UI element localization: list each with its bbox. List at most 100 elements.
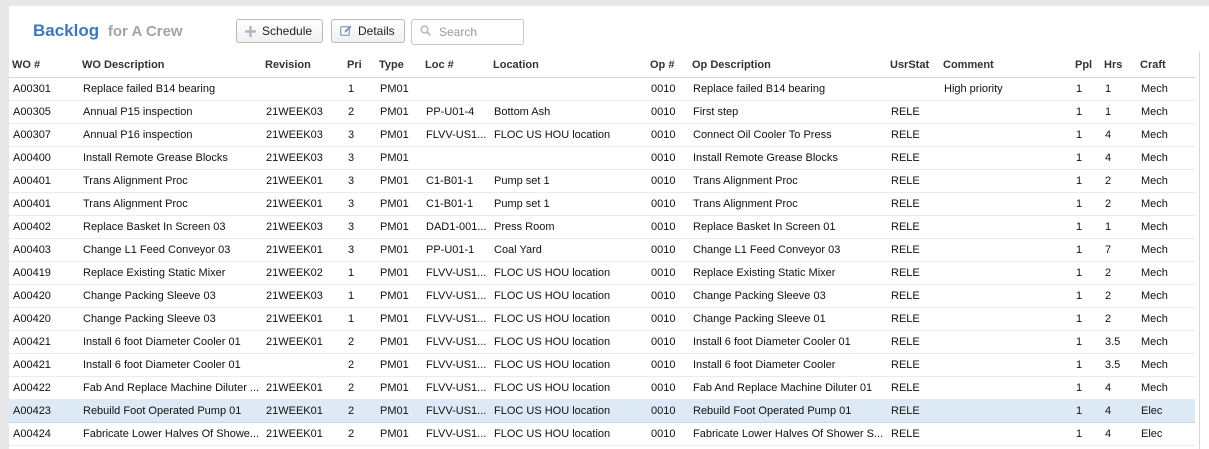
cell-type: PM01	[376, 376, 422, 400]
cell-hrs: 4	[1101, 123, 1137, 147]
table-row[interactable]: A00421 Install 6 foot Diameter Cooler 01 2…	[9, 353, 1195, 377]
table-row[interactable]: A00403 Change L1 Feed Conveyor 03 21WEEK01…	[9, 238, 1195, 262]
column-header-wo[interactable]: WO #	[9, 54, 79, 78]
column-header-wo_desc[interactable]: WO Description	[79, 54, 262, 78]
table-row[interactable]: A00401 Trans Alignment Proc 21WEEK01 3 PM01 C…	[9, 192, 1195, 216]
cell-usrstat: RELE	[887, 422, 940, 446]
cell-op: 0010	[647, 261, 689, 285]
table-row[interactable]: A00421 Install 6 foot Diameter Cooler 01 2…	[9, 330, 1195, 354]
table-row[interactable]: A00420 Change Packing Sleeve 03 21WEEK01 1 P…	[9, 307, 1195, 331]
search-box[interactable]	[411, 19, 524, 45]
cell-hrs: 4	[1101, 376, 1137, 400]
cell-usrstat	[887, 77, 940, 101]
cell-loc: FLVV-US1...	[422, 123, 490, 147]
cell-ppl: 1	[1072, 284, 1101, 308]
cell-pri: 1	[344, 261, 376, 285]
details-button[interactable]: Details	[331, 19, 405, 43]
cell-location: FLOC US HOU location	[490, 261, 647, 285]
cell-location: FLOC US HOU location	[490, 123, 647, 147]
cell-wo: A00421	[9, 353, 79, 377]
cell-hrs: 2	[1101, 192, 1137, 216]
cell-pri: 3	[344, 123, 376, 147]
column-header-craft[interactable]: Craft	[1137, 54, 1195, 78]
cell-location: FLOC US HOU location	[490, 330, 647, 354]
table-row[interactable]: A00419 Replace Existing Static Mixer 21WEE…	[9, 261, 1195, 285]
table-row[interactable]: A00402 Replace Basket In Screen 03 21WEEK0…	[9, 215, 1195, 239]
cell-pri: 2	[344, 422, 376, 446]
column-header-type[interactable]: Type	[376, 54, 422, 78]
column-header-loc[interactable]: Loc #	[422, 54, 490, 78]
backlog-panel: Backlog for A Crew Schedule Details Sear…	[9, 6, 1209, 449]
cell-revision: 21WEEK01	[262, 422, 344, 446]
cell-op: 0010	[647, 100, 689, 124]
cell-craft: Elec	[1137, 399, 1195, 423]
cell-wo: A00301	[9, 77, 79, 101]
column-header-op_desc[interactable]: Op Description	[689, 54, 887, 78]
cell-usrstat: RELE	[887, 330, 940, 354]
cell-usrstat: RELE	[887, 376, 940, 400]
cell-op: 0010	[647, 353, 689, 377]
table-row[interactable]: A00401 Trans Alignment Proc 21WEEK01 3 PM01 C…	[9, 169, 1195, 193]
backlog-table: WO # WO Description Revision Pri Type Loc # Lo…	[9, 54, 1195, 446]
table-row[interactable]: A00305 Annual P15 inspection 21WEEK03 2 PM01…	[9, 100, 1195, 124]
cell-ppl: 1	[1072, 307, 1101, 331]
cell-ppl: 1	[1072, 77, 1101, 101]
cell-wo_desc: Fab And Replace Machine Diluter ...	[79, 376, 262, 400]
cell-wo_desc: Change Packing Sleeve 03	[79, 307, 262, 331]
cell-type: PM01	[376, 422, 422, 446]
cell-type: PM01	[376, 169, 422, 193]
column-header-ppl[interactable]: Ppl	[1072, 54, 1101, 78]
cell-op: 0010	[647, 330, 689, 354]
cell-comment	[940, 261, 1072, 285]
cell-loc: FLVV-US1...	[422, 261, 490, 285]
cell-comment	[940, 330, 1072, 354]
cell-usrstat: RELE	[887, 284, 940, 308]
column-header-pri[interactable]: Pri	[344, 54, 376, 78]
cell-location: Pump set 1	[490, 169, 647, 193]
column-header-op[interactable]: Op #	[647, 54, 689, 78]
table-row[interactable]: A00307 Annual P16 inspection 21WEEK03 3 PM01…	[9, 123, 1195, 147]
cell-revision: 21WEEK03	[262, 123, 344, 147]
cell-wo: A00305	[9, 100, 79, 124]
cell-op_desc: Install Remote Grease Blocks	[689, 146, 887, 170]
cell-comment	[940, 284, 1072, 308]
cell-pri: 1	[344, 284, 376, 308]
cell-op: 0010	[647, 192, 689, 216]
cell-ppl: 1	[1072, 146, 1101, 170]
cell-revision: 21WEEK01	[262, 330, 344, 354]
cell-craft: Mech	[1137, 307, 1195, 331]
column-header-hrs[interactable]: Hrs	[1101, 54, 1137, 78]
cell-location: Press Room	[490, 215, 647, 239]
table-row[interactable]: A00424 Fabricate Lower Halves Of Showe...…	[9, 422, 1195, 446]
cell-wo_desc: Replace Basket In Screen 03	[79, 215, 262, 239]
cell-loc: FLVV-US1...	[422, 284, 490, 308]
table-row[interactable]: A00422 Fab And Replace Machine Diluter ..…	[9, 376, 1195, 400]
column-header-revision[interactable]: Revision	[262, 54, 344, 78]
column-header-comment[interactable]: Comment	[940, 54, 1072, 78]
cell-ppl: 1	[1072, 261, 1101, 285]
cell-wo: A00403	[9, 238, 79, 262]
table-row[interactable]: A00301 Replace failed B14 bearing 1 PM01 001…	[9, 77, 1195, 101]
cell-craft: Mech	[1137, 376, 1195, 400]
cell-ppl: 1	[1072, 169, 1101, 193]
schedule-button-label: Schedule	[262, 24, 313, 38]
cell-craft: Mech	[1137, 284, 1195, 308]
column-header-usrstat[interactable]: UsrStat	[887, 54, 940, 78]
cell-ppl: 1	[1072, 238, 1101, 262]
cell-comment	[940, 353, 1072, 377]
table-row[interactable]: A00420 Change Packing Sleeve 03 21WEEK03 1 P…	[9, 284, 1195, 308]
cell-comment	[940, 307, 1072, 331]
cell-revision: 21WEEK01	[262, 169, 344, 193]
scrollbar-track[interactable]	[1199, 52, 1200, 449]
schedule-button[interactable]: Schedule	[236, 19, 323, 43]
column-header-location[interactable]: Location	[490, 54, 647, 78]
cell-ppl: 1	[1072, 376, 1101, 400]
table-row[interactable]: A00400 Install Remote Grease Blocks 21WEEK…	[9, 146, 1195, 170]
cell-op: 0010	[647, 238, 689, 262]
cell-craft: Mech	[1137, 261, 1195, 285]
search-input[interactable]	[437, 24, 521, 40]
cell-craft: Mech	[1137, 100, 1195, 124]
table-row[interactable]: A00423 Rebuild Foot Operated Pump 01 21WEE…	[9, 399, 1195, 423]
cell-hrs: 4	[1101, 146, 1137, 170]
cell-usrstat: RELE	[887, 100, 940, 124]
